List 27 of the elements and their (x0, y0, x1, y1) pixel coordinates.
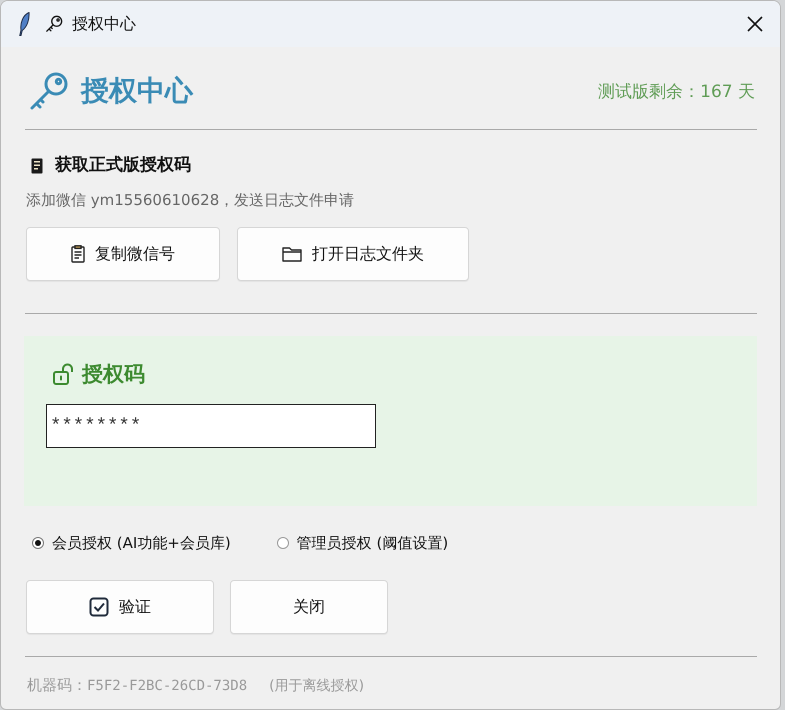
key-icon (45, 15, 63, 33)
radio-button[interactable] (32, 537, 44, 549)
machine-code-label: 机器码： (27, 676, 87, 695)
machine-code-value: F5F2-F2BC-26CD-73D8 (87, 678, 248, 694)
unlocked-padlock-icon (52, 363, 74, 385)
key-icon (29, 71, 69, 111)
checkbox-icon (89, 597, 109, 617)
open-folder-button[interactable]: 打开日志文件夹 (237, 227, 469, 281)
close-icon[interactable] (747, 16, 763, 32)
clipboard-icon (71, 245, 85, 263)
folder-icon (282, 246, 302, 262)
document-icon (31, 158, 43, 174)
feather-icon (18, 12, 30, 36)
copy-button[interactable]: 复制微信号 (26, 227, 220, 281)
offline-note: (用于离线授权) (269, 677, 364, 695)
license-code-field[interactable]: ******** (46, 404, 376, 448)
radio-label[interactable]: 管理员授权 (阈值设置) (296, 534, 448, 552)
page-title: 授权中心 (81, 73, 194, 109)
close-button[interactable]: 关闭 (230, 580, 388, 634)
window-title: 授权中心 (72, 14, 137, 34)
radio-button[interactable] (276, 537, 289, 549)
section-title: 获取正式版授权码 (55, 154, 191, 176)
license-code-label: 授权码 (82, 361, 145, 388)
instruction-text: 添加微信 ym15560610628，发送日志文件申请 (26, 190, 356, 210)
radio-label[interactable]: 会员授权 (AI功能+会员库) (52, 534, 231, 552)
verify-button[interactable]: 验证 (26, 580, 214, 634)
trial-remaining: 测试版剩余：167 天 (598, 80, 755, 102)
